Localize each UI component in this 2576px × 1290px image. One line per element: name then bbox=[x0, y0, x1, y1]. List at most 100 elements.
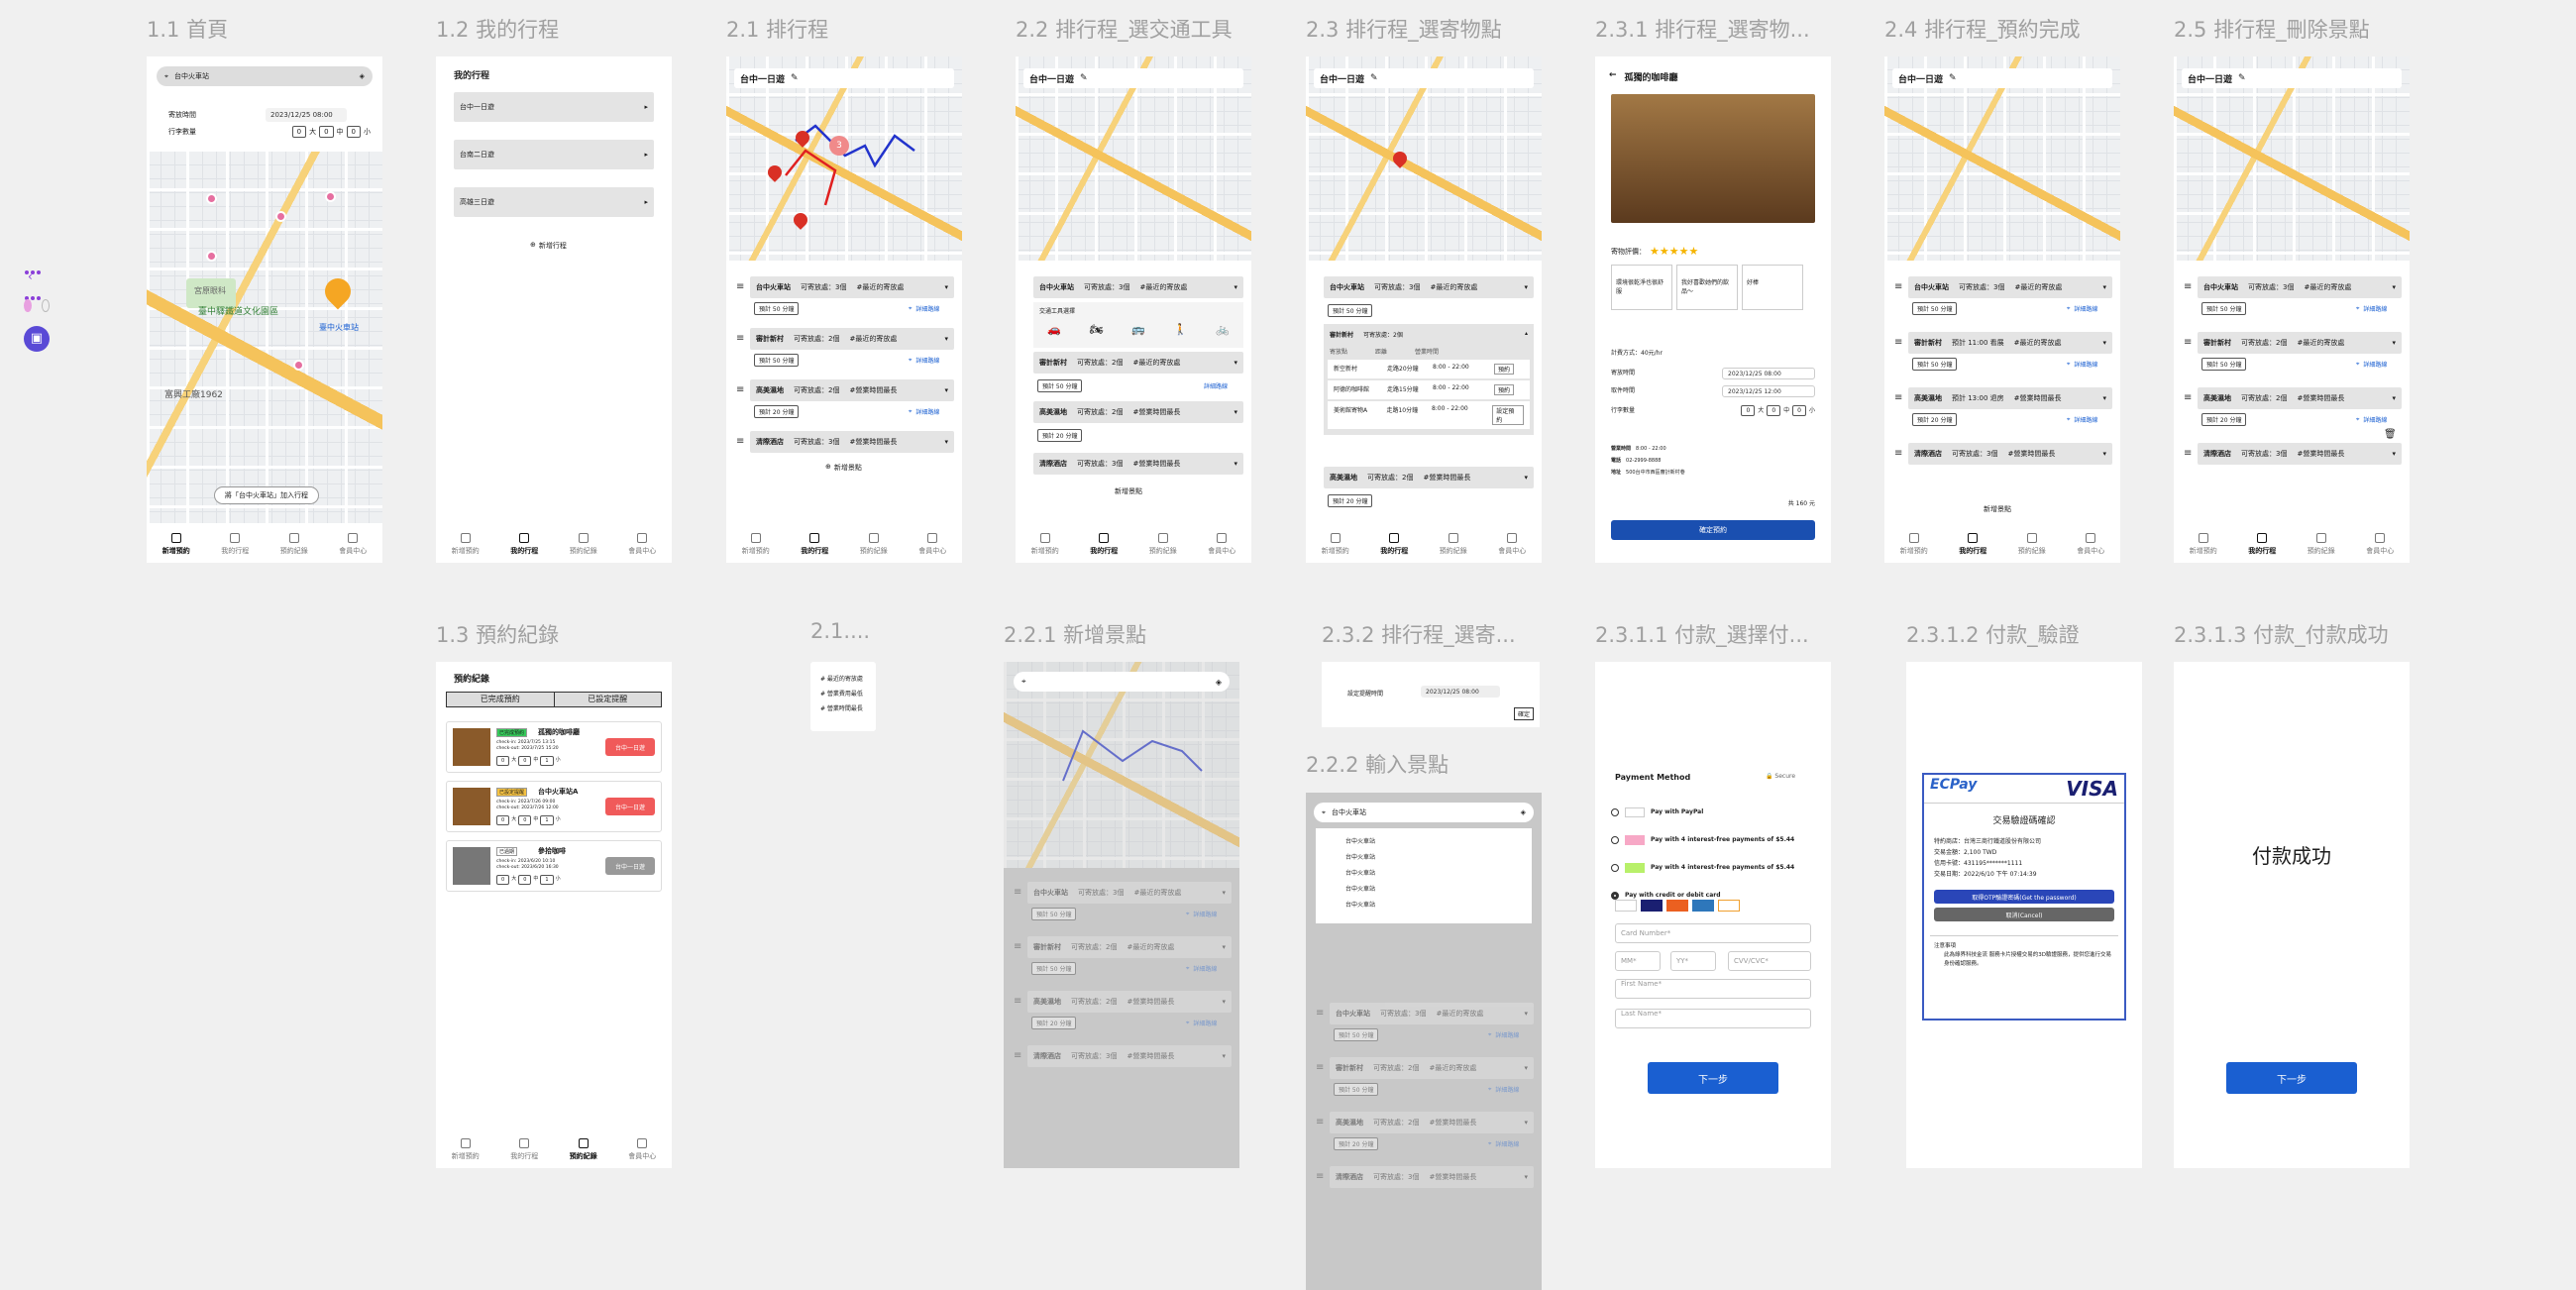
stop-row[interactable]: 台中火車站 可寄放處：3個 #最近的寄放處 ▾ bbox=[1330, 1003, 1534, 1024]
stop-row[interactable]: 清際酒店 可寄放處：3個 #營業時間最長 ▾ bbox=[750, 431, 954, 453]
pay-option[interactable]: Pay with 4 interest-free payments of $5.… bbox=[1611, 826, 1794, 854]
mm-field[interactable]: MM* bbox=[1615, 951, 1661, 971]
tab-new-booking[interactable]: 新增預約 bbox=[452, 532, 480, 556]
drag-handle-icon[interactable]: ≡ bbox=[1014, 1051, 1023, 1061]
trip-button[interactable]: 台中一日遊 bbox=[605, 798, 655, 815]
duration-chip[interactable]: 預計 50 分鐘 bbox=[1912, 358, 1958, 371]
record-card[interactable]: 已過期 參拾咖啡 check-in: 2023/6/20 10:10 check… bbox=[446, 840, 662, 892]
stop-row[interactable]: 高美濕地 可寄放處：2個 #營業時間最長 ▾ bbox=[1324, 467, 1534, 488]
chevron-down-icon[interactable]: ▾ bbox=[2392, 394, 2396, 402]
search-input[interactable]: 台中火車站 bbox=[1332, 807, 1515, 817]
tab-member[interactable]: 會員中心 bbox=[339, 532, 367, 556]
duration-chip[interactable]: 預計 20 分鐘 bbox=[754, 405, 800, 418]
drag-handle-icon[interactable]: ≡ bbox=[1894, 338, 1904, 348]
drag-handle-icon[interactable]: ≡ bbox=[736, 334, 746, 344]
edit-icon[interactable]: ✎ bbox=[1949, 73, 1957, 83]
chevron-down-icon[interactable]: ▾ bbox=[2392, 450, 2396, 458]
stop-row[interactable]: 審計新村 可寄放處：2個 #最近的寄放處 ▾ bbox=[1330, 1057, 1534, 1079]
tab-member[interactable]: 會員中心 bbox=[2077, 532, 2104, 556]
duration-chip[interactable]: 預計 50 分鐘 bbox=[1031, 962, 1077, 975]
count-large[interactable]: 0 bbox=[291, 126, 307, 138]
pay-option[interactable]: Pay with 4 interest-free payments of $5.… bbox=[1611, 854, 1794, 882]
duration-chip[interactable]: 預計 20 分鐘 bbox=[1031, 1017, 1077, 1029]
chevron-down-icon[interactable]: ▾ bbox=[1222, 998, 1226, 1006]
duration-chip[interactable]: 預計 50 分鐘 bbox=[2201, 302, 2247, 315]
trip-item[interactable]: 台南二日遊 ▸ bbox=[454, 140, 654, 169]
tab-records[interactable]: 預約紀錄 bbox=[860, 532, 888, 556]
drag-handle-icon[interactable]: ≡ bbox=[2184, 393, 2194, 403]
tab-records[interactable]: 預約紀錄 bbox=[2018, 532, 2046, 556]
stop-row[interactable]: 清際酒店 可寄放處：3個 #營業時間最長 ▾ bbox=[2198, 443, 2402, 465]
tab-records[interactable]: 預約紀錄 bbox=[280, 532, 308, 556]
drag-handle-icon[interactable]: ≡ bbox=[1894, 393, 1904, 403]
duration-chip[interactable]: 預計 20 分鐘 bbox=[1912, 413, 1958, 426]
route-link[interactable]: ⌖ 詳細路線 bbox=[2356, 360, 2387, 370]
locate-icon[interactable]: ◈ bbox=[1216, 678, 1222, 687]
suggestion-item[interactable]: 台中火車站 bbox=[1345, 834, 1502, 850]
drag-handle-icon[interactable]: ≡ bbox=[736, 437, 746, 447]
add-stop-button[interactable]: ⊕ 新增景點 bbox=[825, 463, 862, 473]
drag-handle-icon[interactable]: ≡ bbox=[1014, 997, 1023, 1007]
sort-option[interactable]: # 最近的寄放處 bbox=[820, 672, 866, 687]
tab-completed[interactable]: 已完成預約 bbox=[447, 693, 555, 706]
stop-row[interactable]: 高美濕地 可寄放處：2個 #營業時間最長 ▾ bbox=[750, 379, 954, 401]
tab-new-booking[interactable]: 新增預約 bbox=[452, 1137, 480, 1161]
duration-chip[interactable]: 預計 50 分鐘 bbox=[754, 354, 800, 367]
tab-records[interactable]: 預約紀錄 bbox=[2308, 532, 2335, 556]
station-pin-icon[interactable] bbox=[319, 272, 357, 310]
drag-handle-icon[interactable]: ≡ bbox=[1316, 1172, 1326, 1182]
checkout-field[interactable]: 2023/12/25 12:00 bbox=[1722, 385, 1815, 397]
stop-row[interactable]: 高美濕地 可寄放處：2個 #營業時間最長 ▾ bbox=[1330, 1112, 1534, 1133]
route-link[interactable]: ⌖ 詳細路線 bbox=[1488, 1085, 1519, 1095]
duration-chip[interactable]: 預計 50 分鐘 bbox=[1328, 304, 1373, 317]
route-link[interactable]: ⌖ 詳細路線 bbox=[1186, 910, 1217, 919]
route-link[interactable]: ⌖ 詳細路線 bbox=[2067, 415, 2097, 425]
route-link[interactable]: 詳細路線 bbox=[1204, 381, 1228, 390]
tab-my-trips[interactable]: 我的行程 bbox=[1380, 532, 1408, 556]
drag-handle-icon[interactable]: ≡ bbox=[736, 385, 746, 395]
duration-chip[interactable]: 預計 50 分鐘 bbox=[1334, 1083, 1379, 1096]
route-link[interactable]: ⌖ 詳細路線 bbox=[2356, 304, 2387, 314]
stop-row[interactable]: 清際酒店 可寄放處：3個 #營業時間最長 ▾ bbox=[1908, 443, 2112, 465]
route-link[interactable]: ⌖ 詳細路線 bbox=[909, 407, 939, 417]
drag-handle-icon[interactable]: ≡ bbox=[1316, 1118, 1326, 1128]
first-name-field[interactable]: First Name* bbox=[1615, 979, 1811, 999]
drag-handle-icon[interactable]: ≡ bbox=[1316, 1063, 1326, 1073]
chevron-down-icon[interactable]: ▾ bbox=[2102, 339, 2106, 347]
edit-icon[interactable]: ✎ bbox=[1370, 73, 1378, 83]
tab-new-booking[interactable]: 新增預約 bbox=[1900, 532, 1928, 556]
count-medium[interactable]: 0 bbox=[1767, 405, 1781, 416]
chevron-down-icon[interactable]: ▾ bbox=[2392, 283, 2396, 291]
bag-icon[interactable] bbox=[24, 299, 32, 312]
cancel-button[interactable]: 取消(Cancel) bbox=[1934, 908, 2114, 921]
stop-row[interactable]: 高美濕地 預計 13:00 退房 #營業時間最長 ▾ bbox=[1908, 387, 2112, 409]
duration-chip[interactable]: 預計 50 分鐘 bbox=[1031, 908, 1077, 920]
stop-row[interactable]: 審計新村 預計 11:00 看展 #最近的寄放處 ▾ bbox=[1908, 332, 2112, 354]
suggestion-item[interactable]: 台中火車站 bbox=[1345, 898, 1502, 914]
next-button[interactable]: 下一步 bbox=[2226, 1062, 2357, 1094]
tab-my-trips[interactable]: 我的行程 bbox=[2248, 532, 2276, 556]
trash-icon[interactable]: 🗑 bbox=[2384, 429, 2397, 440]
motorcycle-icon[interactable]: 🏍 bbox=[1090, 323, 1104, 336]
count-small[interactable]: 0 bbox=[1792, 405, 1806, 416]
checkin-field[interactable]: 2023/12/25 08:00 bbox=[266, 108, 347, 122]
storage-option[interactable]: 新空新村 走路20分鐘 8:00 - 22:00 預約 bbox=[1328, 360, 1530, 378]
locate-icon[interactable]: ◈ bbox=[360, 72, 365, 80]
record-card[interactable]: 已設定提醒 台中火車站A check-in: 2023/7/26 09:00 c… bbox=[446, 781, 662, 832]
reminder-field[interactable]: 2023/12/25 08:00 bbox=[1421, 686, 1500, 698]
stop-row[interactable]: 台中火車站 可寄放處：3個 #最近的寄放處 ▾ bbox=[750, 276, 954, 298]
suggestion-item[interactable]: 台中火車站 bbox=[1345, 882, 1502, 898]
sort-option[interactable]: # 營業費用最低 bbox=[820, 687, 866, 701]
stop-row[interactable]: 清際酒店 可寄放處：3個 #營業時間最長 ▾ bbox=[1027, 1045, 1232, 1067]
route-link[interactable]: ⌖ 詳細路線 bbox=[1488, 1030, 1519, 1040]
count-medium[interactable]: 0 bbox=[319, 126, 334, 138]
tab-my-trips[interactable]: 我的行程 bbox=[1090, 532, 1118, 556]
add-stop-button[interactable]: 新增景點 bbox=[1984, 504, 2011, 514]
duration-chip[interactable]: 預計 20 分鐘 bbox=[2201, 413, 2247, 426]
chevron-down-icon[interactable]: ▾ bbox=[944, 283, 948, 291]
stop-row[interactable]: 審計新村 可寄放處：2個 #最近的寄放處 ▾ bbox=[1027, 936, 1232, 958]
drag-handle-icon[interactable]: ≡ bbox=[736, 282, 746, 292]
add-stop-button[interactable]: 新增景點 bbox=[1115, 486, 1142, 496]
duration-chip[interactable]: 預計 50 分鐘 bbox=[1037, 379, 1083, 392]
confirm-booking-button[interactable]: 確定預約 bbox=[1611, 520, 1815, 540]
